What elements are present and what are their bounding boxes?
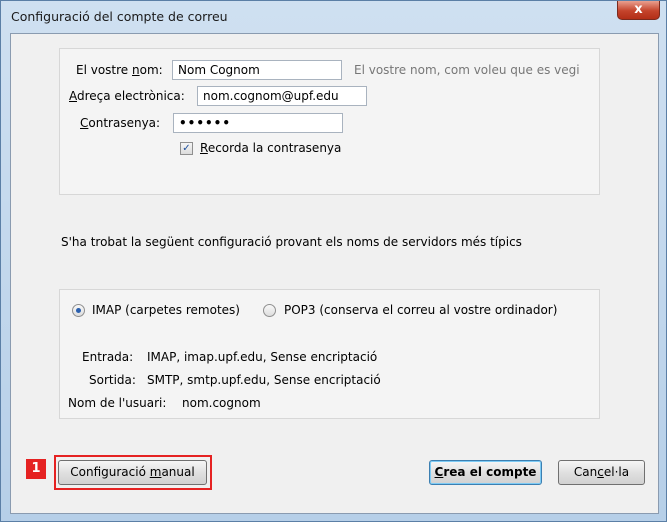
check-icon: ✓ xyxy=(182,143,191,154)
incoming-label: Entrada: xyxy=(82,350,134,364)
server-config-group: IMAP (carpetes remotes) POP3 (conserva e… xyxy=(59,289,600,419)
username-value: nom.cognom xyxy=(182,396,261,410)
remember-password-label[interactable]: Recorda la contrasenya xyxy=(200,141,341,155)
email-field[interactable]: nom.cognom@upf.edu xyxy=(197,86,367,106)
dialog-body: El vostre nom: Nom Cognom El vostre nom,… xyxy=(10,33,659,514)
remember-password-checkbox[interactable]: ✓ xyxy=(180,142,193,155)
cancel-button[interactable]: Cancel·la xyxy=(558,460,645,485)
name-field[interactable]: Nom Cognom xyxy=(172,60,342,80)
found-config-message: S'ha trobat la següent configuració prov… xyxy=(61,235,522,249)
pop3-radio-label[interactable]: POP3 (conserva el correu al vostre ordin… xyxy=(284,303,557,317)
password-label: Contrasenya: xyxy=(80,116,161,130)
email-label: Adreça electrònica: xyxy=(69,89,185,103)
close-button[interactable]: x xyxy=(617,1,660,20)
step-highlight-box xyxy=(54,455,212,490)
outgoing-value: SMTP, smtp.upf.edu, Sense encriptació xyxy=(147,373,381,387)
imap-radio[interactable] xyxy=(72,304,85,317)
identity-group: El vostre nom: Nom Cognom El vostre nom,… xyxy=(59,48,600,195)
close-icon: x xyxy=(634,2,643,17)
name-label: El vostre nom: xyxy=(76,63,163,77)
name-hint: El vostre nom, com voleu que es vegi xyxy=(354,63,580,77)
username-label: Nom de l'usuari: xyxy=(68,396,167,410)
pop3-radio[interactable] xyxy=(263,304,276,317)
step-number-badge: 1 xyxy=(26,459,46,479)
title-bar[interactable]: Configuració del compte de correu x xyxy=(1,1,666,33)
account-setup-window: Configuració del compte de correu x El v… xyxy=(0,0,667,522)
password-field[interactable]: •••••• xyxy=(173,113,343,133)
outgoing-label: Sortida: xyxy=(89,373,136,387)
window-title: Configuració del compte de correu xyxy=(11,9,228,24)
imap-radio-label[interactable]: IMAP (carpetes remotes) xyxy=(92,303,240,317)
create-account-button[interactable]: Crea el compte xyxy=(429,460,542,485)
incoming-value: IMAP, imap.upf.edu, Sense encriptació xyxy=(147,350,378,364)
